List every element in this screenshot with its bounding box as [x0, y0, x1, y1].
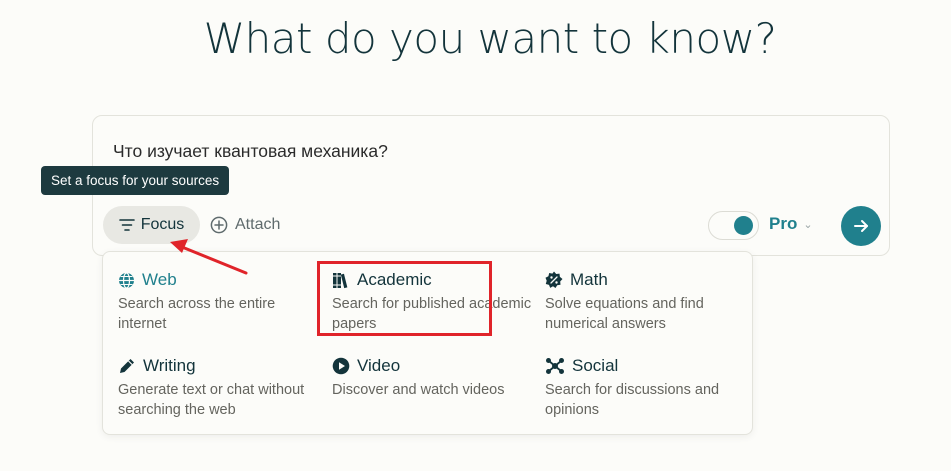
focus-button-label: Focus [140, 216, 185, 233]
pen-icon [120, 359, 134, 373]
pro-toggle-knob [734, 216, 753, 235]
focus-option-video[interactable]: Video Discover and watch videos [332, 355, 537, 400]
focus-option-title: Writing [143, 356, 196, 375]
focus-option-title: Web [142, 270, 177, 289]
page-title: What do you want to know? [203, 14, 777, 63]
focus-option-social[interactable]: Social Search for discussions and opinio… [545, 355, 750, 420]
math-badge-icon [545, 271, 563, 288]
play-icon [332, 357, 350, 375]
social-nodes-icon [546, 358, 564, 374]
pro-toggle[interactable] [708, 211, 759, 240]
globe-icon [119, 271, 134, 289]
annotation-highlight-box [317, 261, 492, 336]
focus-option-description: Search across the entire internet [118, 296, 276, 332]
focus-button[interactable]: Focus [103, 206, 200, 244]
focus-option-title: Math [570, 270, 608, 289]
focus-option-description: Solve equations and find numerical answe… [545, 296, 704, 332]
submit-button[interactable] [841, 206, 881, 246]
focus-option-title: Video [357, 356, 401, 375]
focus-option-description: Discover and watch videos [332, 382, 505, 398]
focus-option-description: Search for discussions and opinions [545, 382, 720, 418]
plus-circle-icon [210, 216, 228, 234]
attach-button-label: Attach [235, 216, 281, 233]
attach-button[interactable]: Attach [210, 206, 280, 244]
pro-selector[interactable]: Pro ⌄ [769, 214, 813, 234]
query-input[interactable]: Что изучает квантовая механика? [113, 141, 388, 162]
focus-option-web[interactable]: Web Search across the entire internet [118, 269, 323, 334]
focus-option-math[interactable]: Math Solve equations and find numerical … [545, 269, 750, 334]
focus-option-writing[interactable]: Writing Generate text or chat without se… [118, 355, 323, 420]
focus-option-title: Social [572, 356, 619, 375]
pro-label: Pro [769, 214, 798, 233]
focus-option-description: Generate text or chat without searching … [118, 382, 305, 418]
chevron-down-icon: ⌄ [803, 218, 813, 231]
arrow-right-icon [854, 220, 868, 232]
filter-lines-icon [118, 219, 135, 231]
focus-tooltip: Set a focus for your sources [41, 166, 230, 195]
